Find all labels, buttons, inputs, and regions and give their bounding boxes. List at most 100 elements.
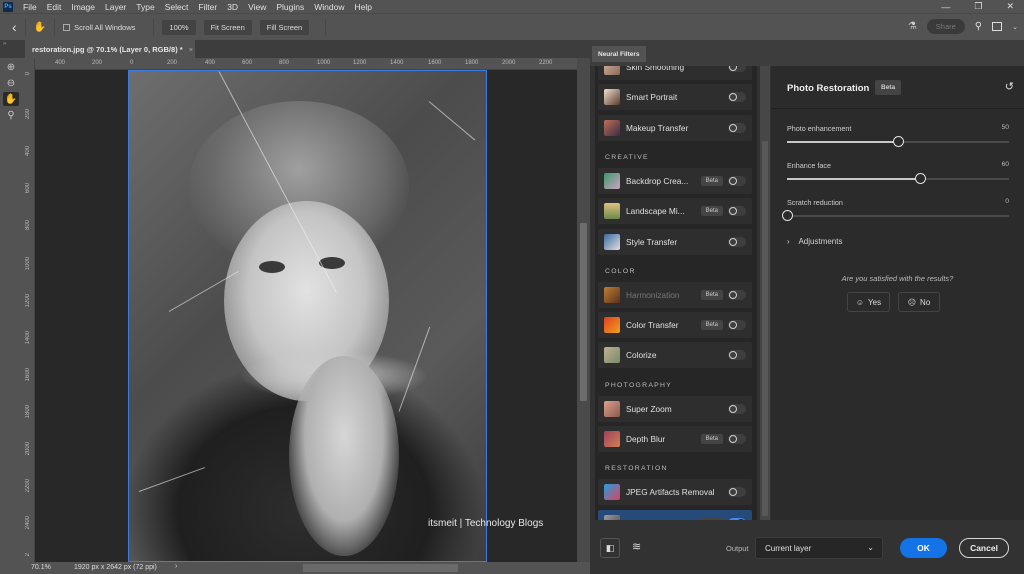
output-select[interactable]: Current layer ⌄ (755, 537, 883, 559)
menu-plugins[interactable]: Plugins (276, 2, 304, 12)
filter-item[interactable]: Color Transfer Beta (598, 312, 752, 339)
scroll-all-windows-checkbox[interactable] (63, 23, 71, 31)
filter-item[interactable]: Super Zoom (598, 395, 752, 422)
filter-toggle[interactable] (728, 350, 746, 361)
panel-header-bar (590, 40, 1024, 66)
section-header-photography: PHOTOGRAPHY (605, 381, 673, 389)
neural-filters-tab[interactable]: Neural Filters (592, 46, 646, 62)
zoom-out-icon[interactable]: ⊖ (3, 76, 19, 90)
menu-view[interactable]: View (248, 2, 266, 12)
ruler-tick-label: 1400 (390, 60, 404, 66)
ruler-tick-label: 1200 (25, 294, 31, 308)
yes-button[interactable]: ☺ Yes (847, 292, 890, 312)
status-expand-icon[interactable]: › (175, 563, 177, 570)
filter-toggle[interactable] (728, 92, 746, 103)
zoom-in-icon[interactable]: ⊕ (3, 60, 19, 74)
filter-item[interactable]: Colorize (598, 342, 752, 369)
canvas-horizontal-scroll-thumb[interactable] (303, 564, 458, 572)
filter-list-scroll-thumb[interactable] (762, 141, 768, 516)
hand-tool-icon[interactable]: ✋ (34, 22, 46, 33)
menu-filter[interactable]: Filter (198, 2, 217, 12)
filter-list-scrollbar[interactable] (760, 66, 770, 520)
filter-toggle[interactable] (728, 403, 746, 414)
smile-icon: ☺ (855, 297, 865, 307)
filter-toggle[interactable] (728, 320, 746, 331)
filter-item[interactable]: Backdrop Crea... Beta (598, 167, 752, 194)
filter-item[interactable]: Style Transfer (598, 228, 752, 255)
zoom-level[interactable]: 70.1% (31, 564, 51, 571)
filter-toggle[interactable] (728, 206, 746, 217)
back-icon[interactable]: ‹ (12, 19, 17, 35)
close-icon[interactable]: ✕ (1006, 1, 1014, 12)
filter-item[interactable]: Harmonization Beta (598, 281, 752, 308)
slider-fill (787, 141, 898, 143)
slider-fill (787, 178, 921, 180)
tab-close-icon[interactable]: × (189, 45, 193, 54)
layers-icon[interactable]: ≋ (632, 540, 641, 553)
filter-toggle[interactable] (728, 289, 746, 300)
collapse-panels-icon[interactable]: » (3, 41, 6, 47)
cancel-button[interactable]: Cancel (959, 538, 1009, 558)
photo-image[interactable] (128, 70, 487, 562)
filter-list: Skin Smoothing Smart Portrait Makeup Trans… (595, 66, 757, 520)
canvas[interactable] (35, 70, 577, 562)
beta-badge: Beta (700, 289, 723, 300)
filter-toggle[interactable] (728, 434, 746, 444)
ok-button[interactable]: OK (900, 538, 947, 558)
document-tab-title: restoration.jpg @ 70.1% (Layer 0, RGB/8)… (32, 44, 183, 54)
filter-item[interactable]: Depth Blur Beta (598, 426, 752, 452)
menu-file[interactable]: File (23, 2, 37, 12)
filter-item[interactable]: Landscape Mi... Beta (598, 198, 752, 225)
filter-toggle[interactable] (728, 175, 746, 186)
fill-screen-button[interactable]: Fill Screen (259, 19, 310, 35)
menu-window[interactable]: Window (314, 2, 344, 12)
canvas-vertical-scroll-thumb[interactable] (580, 223, 587, 401)
separator (54, 18, 56, 36)
slider-thumb[interactable] (782, 210, 793, 221)
chevron-down-icon[interactable]: ⌄ (1012, 23, 1018, 31)
search-icon[interactable]: ⚲ (975, 21, 982, 32)
filter-item[interactable]: Makeup Transfer (598, 114, 752, 141)
no-button[interactable]: ☹ No (898, 292, 940, 312)
slider-track[interactable] (787, 173, 1009, 184)
filter-item[interactable]: Skin Smoothing (598, 66, 752, 80)
filter-item[interactable]: Smart Portrait (598, 84, 752, 111)
zoom-tool-icon[interactable]: ⚲ (3, 108, 19, 122)
preview-toggle-button[interactable]: ◧ (600, 538, 620, 558)
filter-item[interactable]: JPEG Artifacts Removal (598, 479, 752, 506)
flask-icon[interactable]: ⚗ (908, 21, 917, 32)
canvas-vertical-scrollbar[interactable] (577, 58, 590, 562)
slider-track[interactable] (782, 210, 1009, 221)
adjustments-expander[interactable]: › Adjustments (787, 237, 842, 246)
filter-item[interactable]: Photo Restorat...Beta☝ (598, 509, 754, 520)
menu-select[interactable]: Select (165, 2, 189, 12)
filter-thumbnail (604, 233, 620, 250)
workspace-icon[interactable] (992, 22, 1003, 31)
ruler-tick-label: 200 (167, 60, 178, 66)
hand-tool-icon[interactable]: ✋ (3, 92, 19, 106)
menu-help[interactable]: Help (354, 2, 371, 12)
minimize-icon[interactable]: — (941, 2, 950, 12)
fit-screen-button[interactable]: Fit Screen (203, 19, 252, 35)
ruler-tick-label: 1200 (353, 60, 367, 66)
menu-edit[interactable]: Edit (47, 2, 62, 12)
restore-icon[interactable]: ❐ (974, 1, 982, 12)
menu-type[interactable]: Type (136, 2, 154, 12)
slider-thumb[interactable] (893, 136, 904, 147)
menu-layer[interactable]: Layer (105, 2, 126, 12)
reset-icon[interactable]: ↺ (1005, 80, 1014, 93)
zoom-100-button[interactable]: 100% (162, 19, 196, 35)
document-tab[interactable]: restoration.jpg @ 70.1% (Layer 0, RGB/8)… (25, 40, 195, 58)
filter-name: Super Zoom (626, 403, 672, 414)
filter-toggle[interactable] (728, 66, 746, 72)
slider-track[interactable] (787, 136, 1009, 147)
filter-toggle[interactable] (728, 487, 746, 498)
menu-image[interactable]: Image (71, 2, 95, 12)
filter-toggle[interactable] (728, 236, 746, 247)
menu-3d[interactable]: 3D (227, 2, 238, 12)
ruler-tick-label: 200 (25, 109, 31, 120)
menu-bar: Ps File Edit Image Layer Type Select Fil… (0, 0, 1024, 13)
share-button[interactable]: Share (926, 19, 965, 34)
slider-thumb[interactable] (915, 173, 927, 184)
filter-toggle[interactable] (728, 122, 746, 133)
